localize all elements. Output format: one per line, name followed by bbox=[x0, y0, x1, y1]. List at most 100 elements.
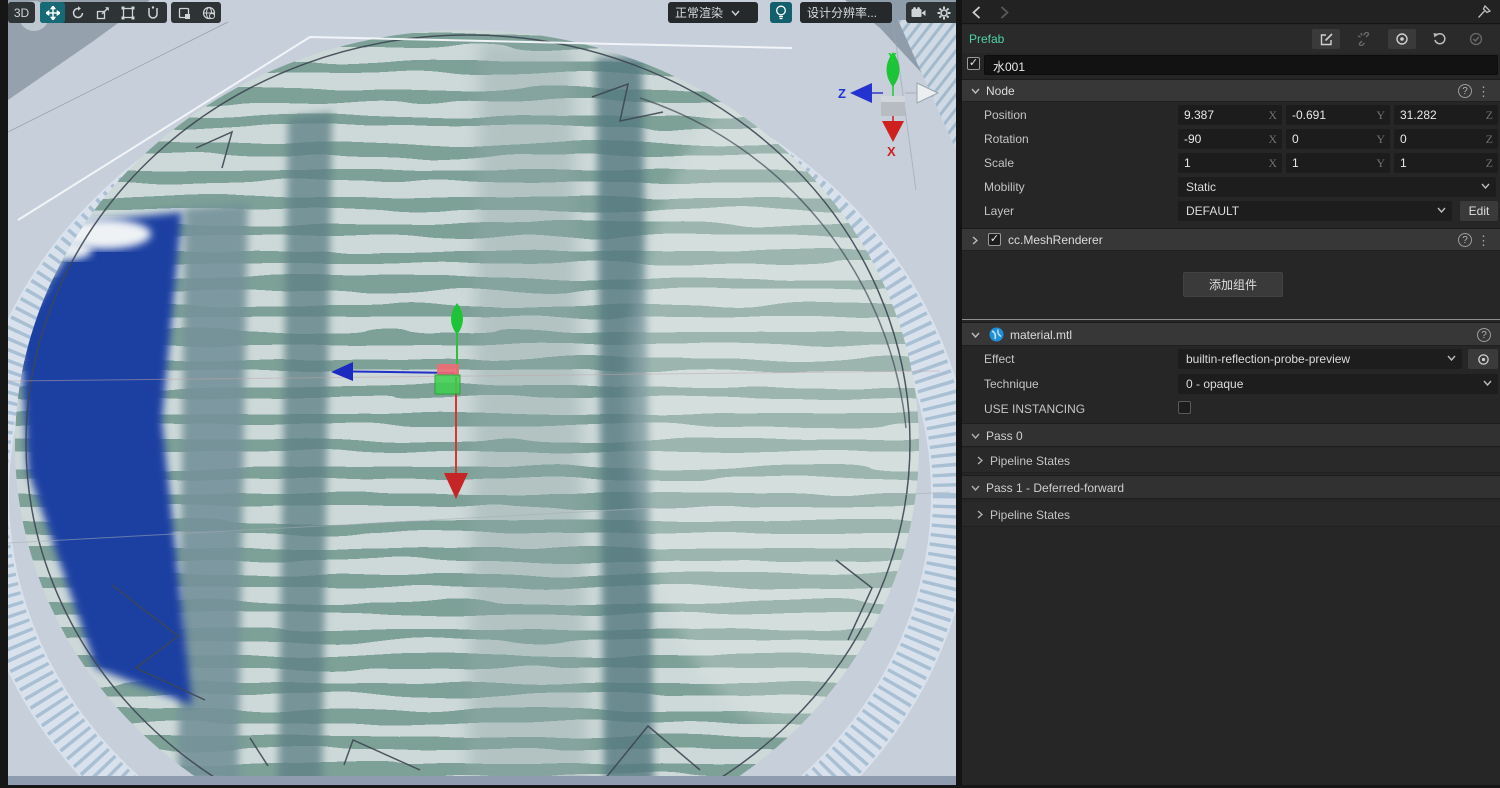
use-instancing-checkbox[interactable] bbox=[1178, 401, 1191, 414]
kebab-menu-icon[interactable]: ⋮ bbox=[1477, 233, 1490, 249]
axis-z-suffix: Z bbox=[1485, 108, 1493, 122]
render-mode-label: 正常渲染 bbox=[675, 6, 724, 20]
mobility-select[interactable]: Static bbox=[1178, 177, 1496, 197]
pass-1-pipeline-states-row[interactable]: Pipeline States bbox=[962, 502, 1500, 527]
scene-viewport[interactable]: Y Z X 3D 正常渲染 设计分辨率... bbox=[0, 0, 973, 788]
mesh-renderer-enabled-checkbox[interactable]: ✓ bbox=[988, 233, 1001, 246]
help-icon[interactable]: ? bbox=[1458, 233, 1472, 247]
effect-locate-button[interactable] bbox=[1468, 349, 1498, 369]
gizmo-plane-handle-red[interactable] bbox=[437, 364, 459, 375]
effect-select[interactable]: builtin-reflection-probe-preview bbox=[1178, 349, 1462, 369]
pivot-icon bbox=[178, 7, 190, 19]
prefab-reset-button[interactable] bbox=[1426, 29, 1454, 49]
prefab-apply-button[interactable] bbox=[1462, 29, 1490, 49]
axis-y-suffix: Y bbox=[1376, 132, 1385, 146]
view-mode-3d-button[interactable]: 3D bbox=[8, 2, 35, 23]
add-component-button[interactable]: 添加组件 bbox=[1183, 272, 1283, 297]
render-mode-dropdown[interactable]: 正常渲染 bbox=[668, 2, 758, 23]
axis-y-label: Y bbox=[888, 50, 897, 65]
rotation-row: Rotation -90 X 0Y 0Z bbox=[962, 127, 1500, 151]
chevron-down-icon bbox=[1447, 355, 1456, 361]
node-section-title: Node bbox=[986, 84, 1015, 98]
rotation-x-field[interactable]: -90 X bbox=[1178, 129, 1282, 149]
transform-gizmo-tool-button[interactable] bbox=[140, 2, 165, 23]
scale-tool-button[interactable] bbox=[90, 2, 115, 23]
help-icon[interactable]: ? bbox=[1477, 328, 1491, 342]
layer-select[interactable]: DEFAULT bbox=[1178, 201, 1452, 221]
history-forward-button[interactable] bbox=[1000, 6, 1009, 19]
axis-y-suffix: Y bbox=[1376, 108, 1385, 122]
pass-0-header[interactable]: Pass 0 bbox=[962, 423, 1500, 447]
axis-y-suffix: Y bbox=[1376, 156, 1385, 170]
rotate-icon bbox=[72, 5, 83, 18]
viewport-settings-button[interactable] bbox=[931, 2, 956, 23]
prefab-locate-button[interactable] bbox=[1388, 29, 1416, 49]
lighting-toggle-button[interactable] bbox=[770, 2, 792, 23]
scale-z-field[interactable]: 1Z bbox=[1394, 153, 1498, 173]
move-tool-button[interactable] bbox=[40, 2, 65, 23]
scale-y-field[interactable]: 1Y bbox=[1286, 153, 1390, 173]
chevron-down-icon bbox=[971, 485, 980, 491]
asset-divider bbox=[962, 319, 1500, 320]
locate-icon bbox=[1477, 353, 1489, 365]
transform-tool-group bbox=[40, 2, 167, 23]
pin-icon[interactable] bbox=[1477, 5, 1491, 19]
layer-row: Layer DEFAULT Edit bbox=[962, 199, 1500, 223]
node-name-input[interactable]: 水001 bbox=[984, 55, 1498, 75]
locate-icon bbox=[1396, 33, 1408, 45]
position-z-field[interactable]: 31.282 Z bbox=[1394, 105, 1498, 125]
chevron-down-icon bbox=[731, 10, 740, 16]
rect-tool-button[interactable] bbox=[115, 2, 140, 23]
gizmo-plane-handle-green[interactable] bbox=[434, 374, 461, 395]
prefab-unlink-button[interactable] bbox=[1350, 29, 1378, 49]
history-back-button[interactable] bbox=[972, 6, 981, 19]
move-icon bbox=[45, 5, 60, 20]
chevron-down-icon bbox=[971, 88, 980, 94]
use-instancing-label: USE INSTANCING bbox=[984, 402, 1086, 416]
design-resolution-dropdown[interactable]: 设计分辨率... bbox=[800, 2, 892, 23]
scale-row: Scale 1X 1Y 1Z bbox=[962, 151, 1500, 175]
pass-0-pipeline-states-row[interactable]: Pipeline States bbox=[962, 448, 1500, 473]
position-y-field[interactable]: -0.691 Y bbox=[1286, 105, 1390, 125]
chevron-down-icon bbox=[971, 433, 980, 439]
prefab-label: Prefab bbox=[969, 32, 1005, 46]
axis-x-suffix: X bbox=[1268, 108, 1277, 122]
technique-row: Technique 0 - opaque bbox=[962, 372, 1500, 397]
undo-icon bbox=[1433, 33, 1446, 45]
pass-1-header[interactable]: Pass 1 - Deferred-forward bbox=[962, 475, 1500, 499]
prefab-edit-button[interactable] bbox=[1312, 29, 1340, 49]
kebab-menu-icon[interactable]: ⋮ bbox=[1477, 84, 1490, 100]
mesh-renderer-title: cc.MeshRenderer bbox=[1008, 233, 1103, 247]
rotation-y-field[interactable]: 0Y bbox=[1286, 129, 1390, 149]
chevron-down-icon bbox=[971, 332, 980, 338]
help-icon[interactable]: ? bbox=[1458, 84, 1472, 98]
pipeline-states-label: Pipeline States bbox=[990, 508, 1071, 522]
material-icon bbox=[989, 327, 1004, 342]
node-section-header[interactable]: Node ? ⋮ bbox=[962, 79, 1500, 102]
material-section-header[interactable]: material.mtl ? bbox=[962, 322, 1500, 346]
chevron-right-icon bbox=[972, 236, 978, 245]
effect-label: Effect bbox=[984, 352, 1015, 366]
camera-icon bbox=[911, 6, 926, 17]
scale-icon bbox=[96, 6, 109, 19]
mesh-renderer-header[interactable]: ✓ cc.MeshRenderer ? ⋮ bbox=[962, 228, 1500, 251]
layer-edit-button[interactable]: Edit bbox=[1460, 201, 1498, 221]
camera-settings-group bbox=[906, 2, 958, 23]
node-name-value: 水001 bbox=[993, 60, 1026, 74]
technique-label: Technique bbox=[984, 377, 1039, 391]
coordinate-space-button[interactable] bbox=[196, 2, 221, 23]
scene-camera-button[interactable] bbox=[906, 2, 931, 23]
technique-select[interactable]: 0 - opaque bbox=[1178, 374, 1498, 394]
pivot-toggle-button[interactable] bbox=[171, 2, 196, 23]
pass-1-title: Pass 1 - Deferred-forward bbox=[986, 481, 1125, 495]
scale-x-field[interactable]: 1X bbox=[1178, 153, 1282, 173]
position-row: Position 9.387 X -0.691 Y 31.282 Z bbox=[962, 103, 1500, 127]
rotate-tool-button[interactable] bbox=[65, 2, 90, 23]
scene-render[interactable]: Y Z X bbox=[0, 0, 973, 788]
rotation-z-field[interactable]: 0Z bbox=[1394, 129, 1498, 149]
position-x-field[interactable]: 9.387 X bbox=[1178, 105, 1282, 125]
unlink-icon bbox=[1357, 32, 1370, 46]
node-active-checkbox[interactable]: ✓ bbox=[967, 57, 980, 70]
pipeline-states-label: Pipeline States bbox=[990, 454, 1071, 468]
use-instancing-row: USE INSTANCING bbox=[962, 397, 1500, 421]
